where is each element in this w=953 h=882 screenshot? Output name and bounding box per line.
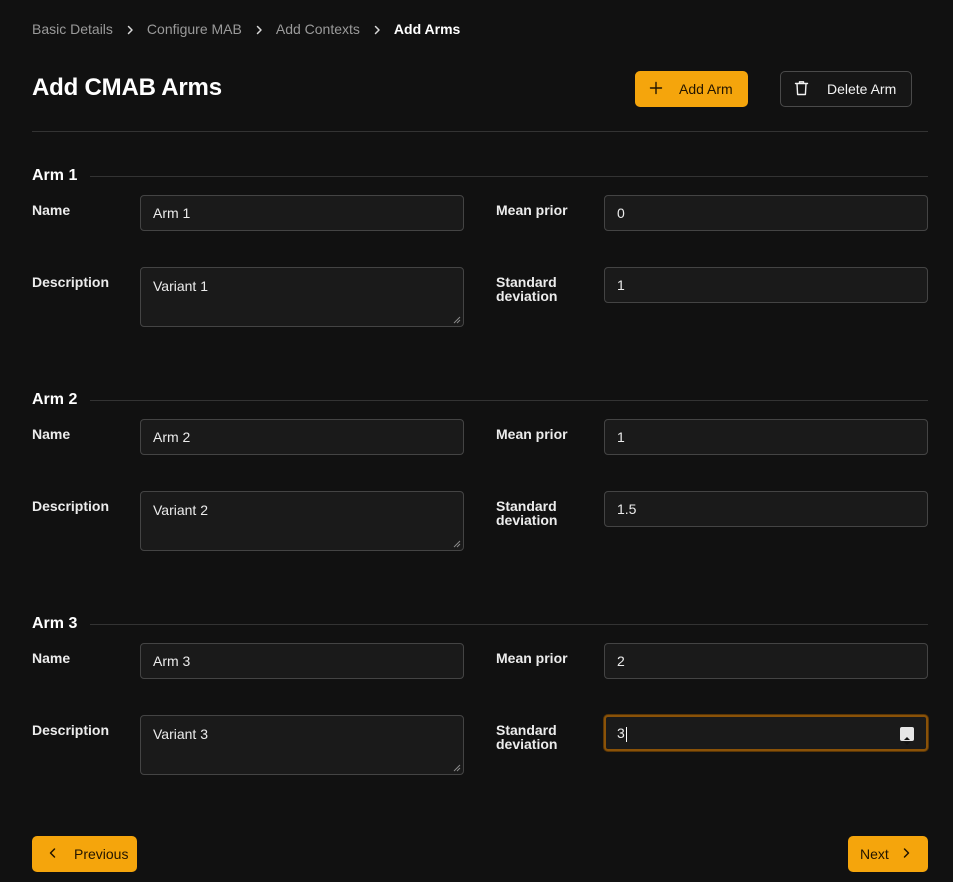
next-button[interactable]: Next xyxy=(848,836,928,872)
number-spinner[interactable] xyxy=(900,727,914,745)
description-label: Description xyxy=(32,274,110,290)
chevron-right-icon xyxy=(360,21,394,37)
previous-label: Previous xyxy=(74,846,129,862)
arm-title: Arm 2 xyxy=(32,391,78,408)
breadcrumb-basic-details[interactable]: Basic Details xyxy=(32,21,113,37)
trash-icon xyxy=(794,80,809,99)
name-label: Name xyxy=(32,426,71,442)
standard-deviation-label: Standard deviation xyxy=(496,722,558,752)
description-textarea[interactable]: Variant 3 xyxy=(140,715,464,775)
page-title: Add CMAB Arms xyxy=(32,74,222,101)
mean-prior-input[interactable]: 0 xyxy=(604,195,928,231)
standard-deviation-label: Standard deviation xyxy=(496,274,558,304)
description-value: Variant 3 xyxy=(153,726,208,742)
description-label: Description xyxy=(32,722,110,738)
breadcrumb: Basic Details Configure MAB Add Contexts… xyxy=(32,20,460,38)
arm-header: Arm 1 xyxy=(32,167,928,185)
resize-handle-icon[interactable] xyxy=(453,316,461,324)
breadcrumb-configure-mab[interactable]: Configure MAB xyxy=(147,21,242,37)
plus-icon xyxy=(649,81,663,98)
divider xyxy=(90,176,928,177)
arm-section-3: Arm 3 Name Arm 3 Mean prior 2 Descriptio… xyxy=(32,615,928,805)
arm-section-1: Arm 1 Name Arm 1 Mean prior 0 Descriptio… xyxy=(32,167,928,357)
divider xyxy=(90,400,928,401)
mean-prior-label: Mean prior xyxy=(496,426,568,442)
arm-header: Arm 2 xyxy=(32,391,928,409)
previous-button[interactable]: Previous xyxy=(32,836,137,872)
description-textarea[interactable]: Variant 2 xyxy=(140,491,464,551)
chevron-right-icon xyxy=(901,846,911,862)
resize-handle-icon[interactable] xyxy=(453,764,461,772)
mean-prior-label: Mean prior xyxy=(496,202,568,218)
add-arm-button[interactable]: Add Arm xyxy=(635,71,748,107)
delete-arm-label: Delete Arm xyxy=(827,81,897,97)
standard-deviation-input[interactable]: 1.5 xyxy=(604,491,928,527)
arm-title: Arm 3 xyxy=(32,615,78,632)
chevron-left-icon xyxy=(48,846,58,862)
add-arms-page: Basic Details Configure MAB Add Contexts… xyxy=(0,0,953,882)
standard-deviation-value: 3 xyxy=(617,725,625,741)
description-value: Variant 1 xyxy=(153,278,208,294)
description-textarea[interactable]: Variant 1 xyxy=(140,267,464,327)
text-caret xyxy=(625,726,627,742)
arm-name-input[interactable]: Arm 3 xyxy=(140,643,464,679)
resize-handle-icon[interactable] xyxy=(453,540,461,548)
divider xyxy=(90,624,928,625)
spinner-arrows-icon xyxy=(904,737,910,745)
chevron-right-icon xyxy=(242,21,276,37)
header-divider xyxy=(32,131,928,132)
arm-section-2: Arm 2 Name Arm 2 Mean prior 1 Descriptio… xyxy=(32,391,928,581)
arm-title: Arm 1 xyxy=(32,167,78,184)
arm-header: Arm 3 xyxy=(32,615,928,633)
breadcrumb-add-arms: Add Arms xyxy=(393,21,461,37)
mean-prior-label: Mean prior xyxy=(496,650,568,666)
description-label: Description xyxy=(32,498,110,514)
standard-deviation-input[interactable]: 1 xyxy=(604,267,928,303)
add-arm-label: Add Arm xyxy=(679,81,733,97)
next-label: Next xyxy=(860,846,889,862)
breadcrumb-add-contexts[interactable]: Add Contexts xyxy=(276,21,360,37)
delete-arm-button[interactable]: Delete Arm xyxy=(780,71,912,107)
name-label: Name xyxy=(32,650,71,666)
standard-deviation-label: Standard deviation xyxy=(496,498,558,528)
arm-name-input[interactable]: Arm 1 xyxy=(140,195,464,231)
standard-deviation-input[interactable]: 3 xyxy=(604,715,928,751)
arm-name-input[interactable]: Arm 2 xyxy=(140,419,464,455)
name-label: Name xyxy=(32,202,71,218)
chevron-right-icon xyxy=(113,21,147,37)
mean-prior-input[interactable]: 1 xyxy=(604,419,928,455)
mean-prior-input[interactable]: 2 xyxy=(604,643,928,679)
description-value: Variant 2 xyxy=(153,502,208,518)
